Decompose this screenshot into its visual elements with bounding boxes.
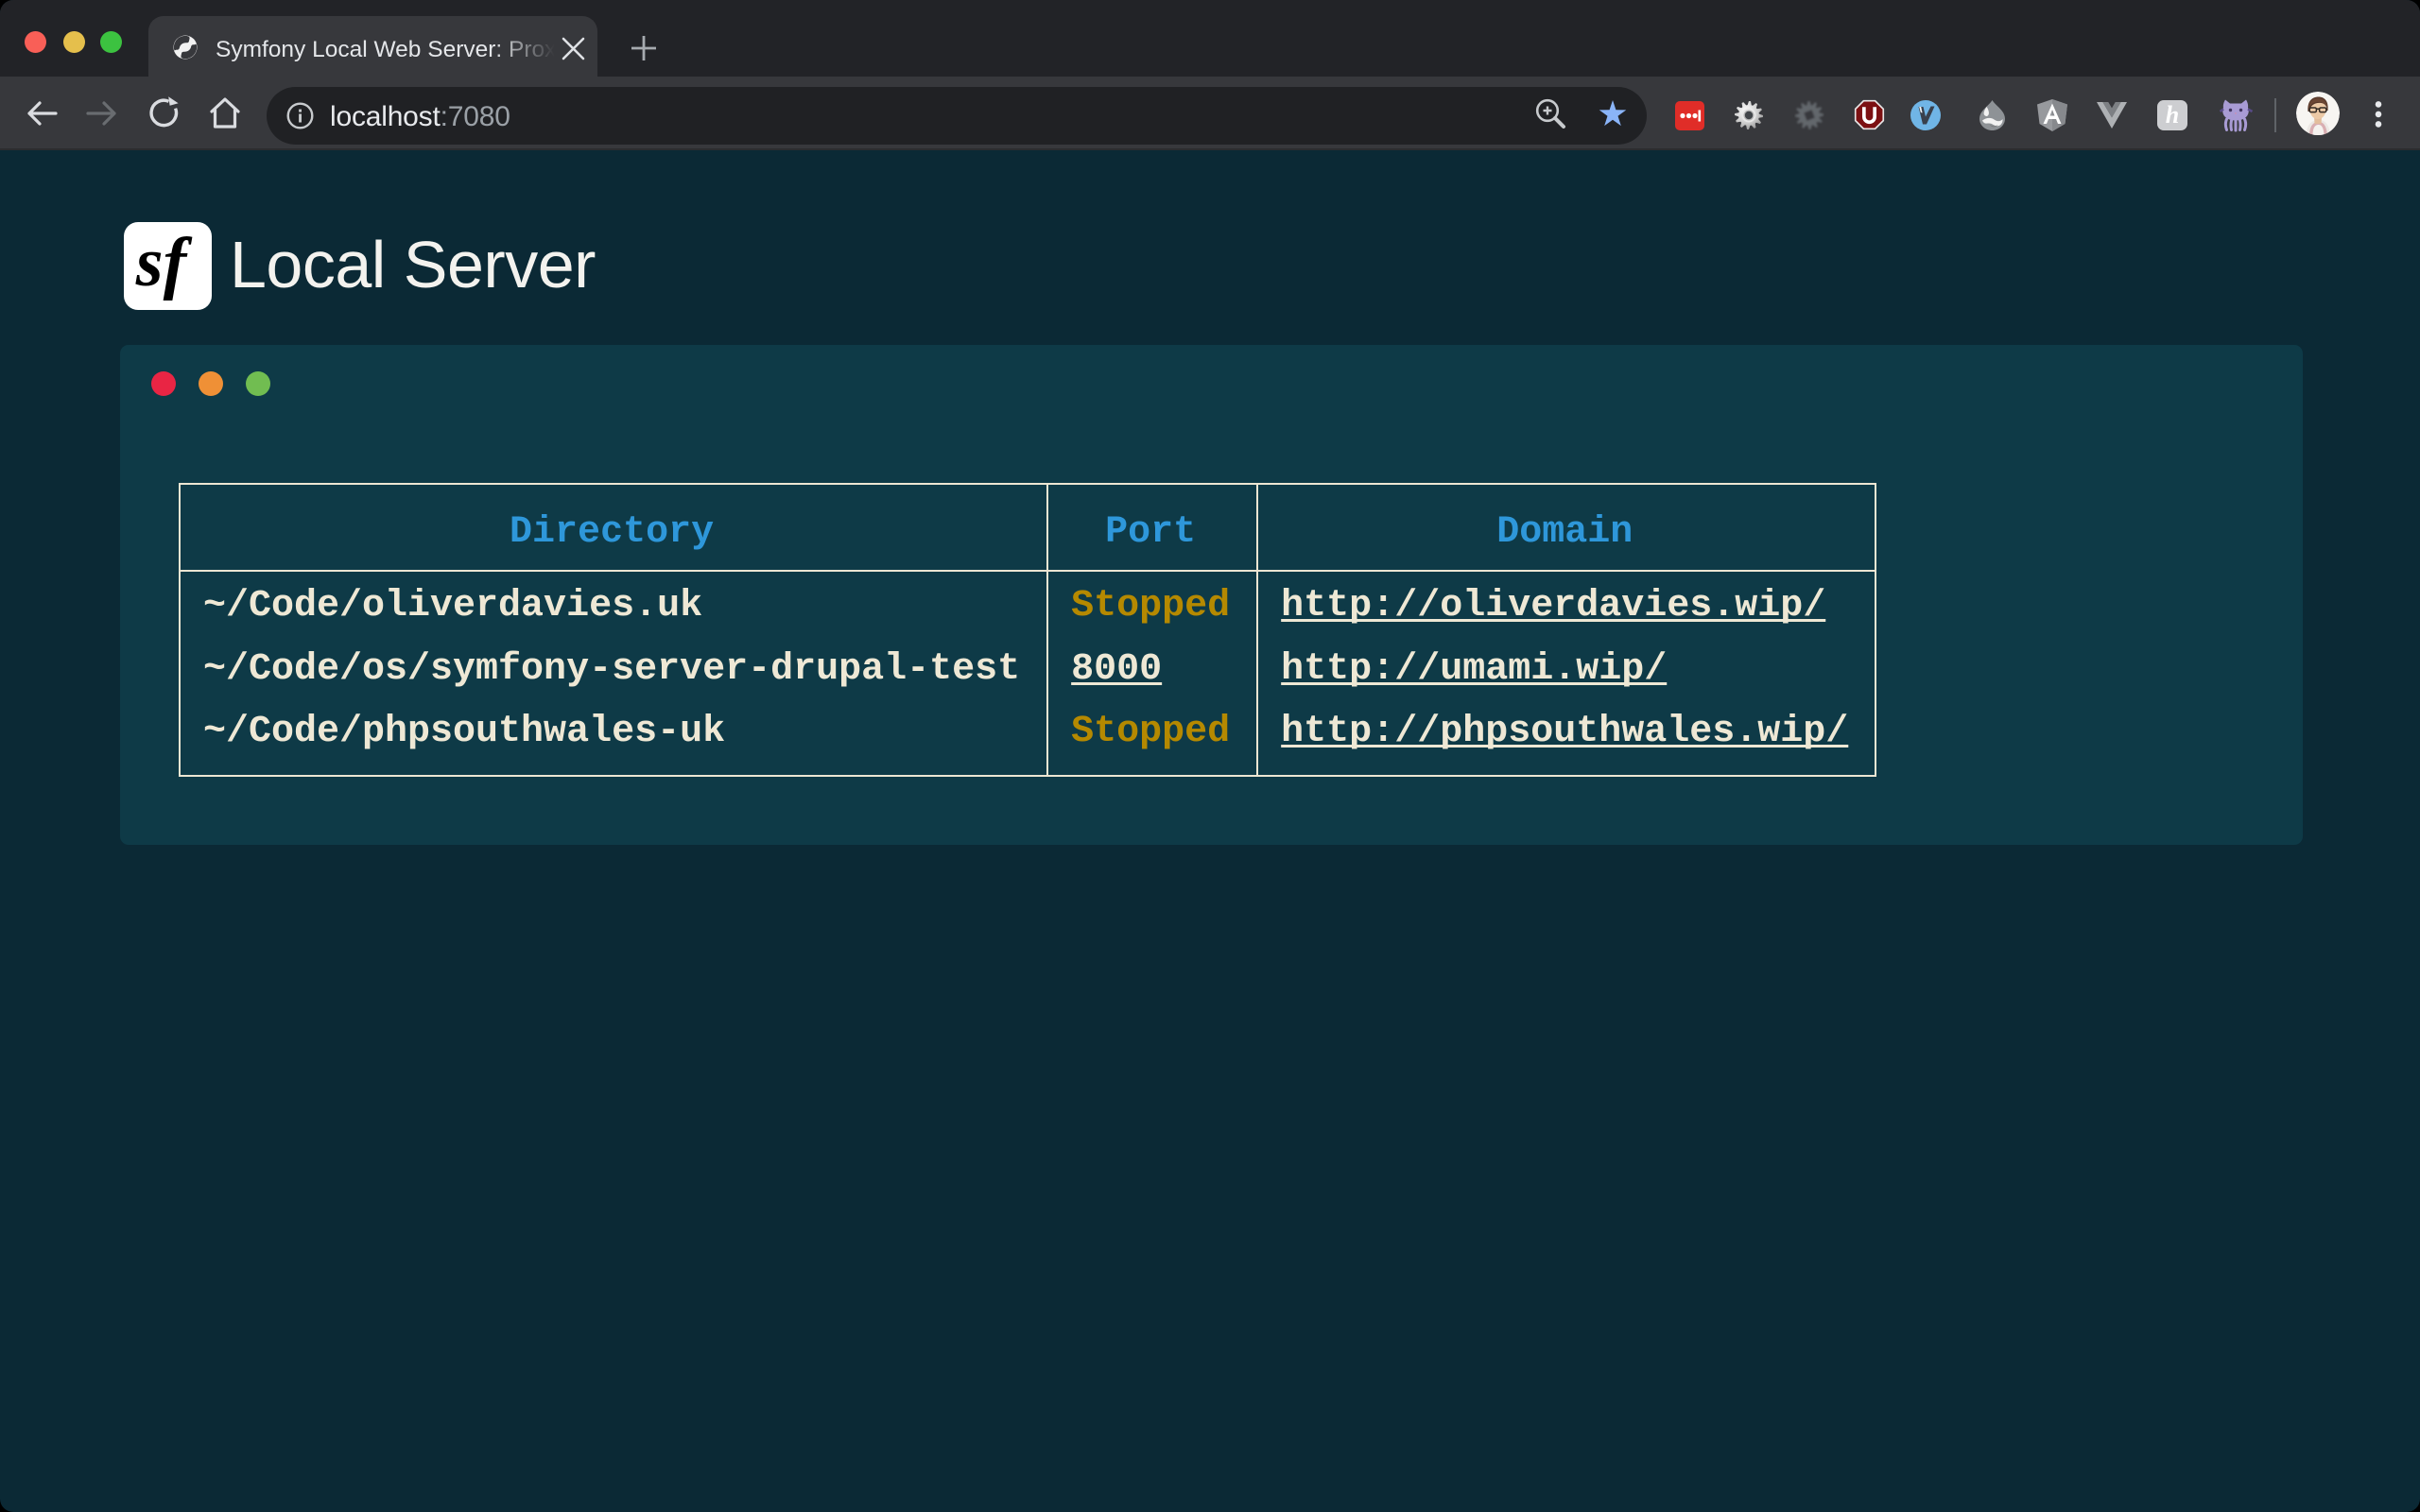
svg-text:h: h	[2166, 101, 2179, 129]
